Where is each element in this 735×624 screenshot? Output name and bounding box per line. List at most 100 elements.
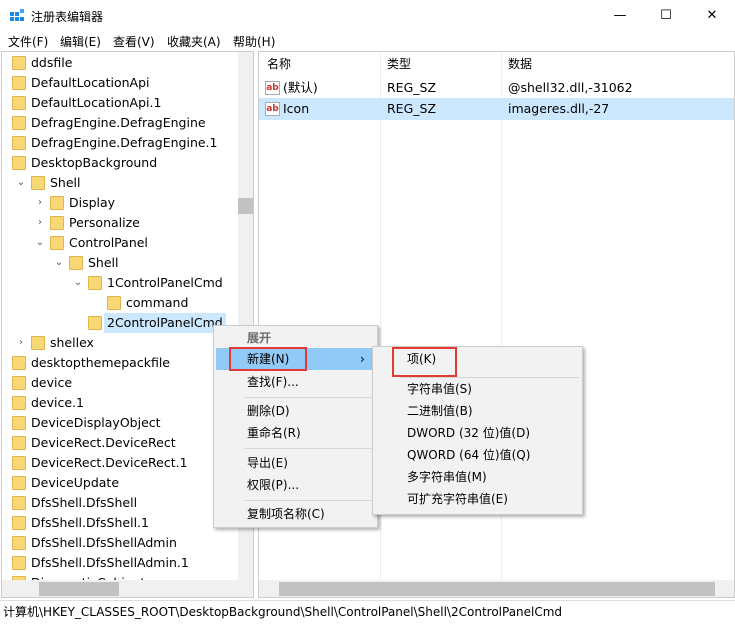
tree-item[interactable]: device <box>2 373 238 393</box>
column-type[interactable]: 类型 <box>387 52 411 76</box>
value-data: imageres.dll,-27 <box>508 101 610 116</box>
tree-item[interactable]: DesktopBackground <box>2 153 238 173</box>
tree-item[interactable]: DfsShell.DfsShellAdmin <box>2 533 238 553</box>
tree-item[interactable]: desktopthemepackfile <box>2 353 238 373</box>
tree-item[interactable]: DeviceRect.DeviceRect <box>2 433 238 453</box>
value-type: REG_SZ <box>387 101 437 116</box>
tree-item-label: DefragEngine.DefragEngine.1 <box>31 135 218 150</box>
value-row[interactable]: ab (默认) REG_SZ @shell32.dll,-31062 <box>259 77 734 99</box>
window-title: 注册表编辑器 <box>31 10 104 24</box>
menu-bar: 文件(F) 编辑(E) 查看(V) 收藏夹(A) 帮助(H) <box>0 31 735 51</box>
tree-item-label: device <box>31 375 73 390</box>
folder-icon <box>12 436 26 450</box>
folder-icon <box>12 96 26 110</box>
menu-item-copy-key-name[interactable]: 复制项名称(C) <box>247 503 325 525</box>
menu-file[interactable]: 文件(F) <box>8 33 48 50</box>
tree-item[interactable]: DeviceUpdate <box>2 473 238 493</box>
chevron-right-icon[interactable]: › <box>34 213 46 233</box>
tree-item[interactable]: DefragEngine.DefragEngine <box>2 113 238 133</box>
tree-item[interactable]: DeviceDisplayObject <box>2 413 238 433</box>
tree-item-label: DfsShell.DfsShellAdmin.1 <box>31 555 189 570</box>
tree-horizontal-scrollbar[interactable] <box>2 580 253 597</box>
tree-item[interactable]: DfsShell.DfsShell <box>2 493 238 513</box>
folder-icon <box>12 56 26 70</box>
value-row-selected[interactable]: ab Icon REG_SZ imageres.dll,-27 <box>259 98 734 120</box>
tree-item-label: DfsShell.DfsShell.1 <box>31 515 149 530</box>
folder-icon <box>50 236 64 250</box>
value-type: REG_SZ <box>387 80 437 95</box>
tree-item[interactable]: ⌄ 1ControlPanelCmd <box>2 273 238 293</box>
column-data[interactable]: 数据 <box>508 52 532 76</box>
submenu-item-string-value[interactable]: 字符串值(S) <box>407 378 472 400</box>
tree-item-label: DfsShell.DfsShell <box>31 495 138 510</box>
tree-item-label: 1ControlPanelCmd <box>107 275 223 290</box>
folder-icon <box>12 476 26 490</box>
submenu-item-multi-string-value[interactable]: 多字符串值(M) <box>407 466 487 488</box>
menu-item-rename[interactable]: 重命名(R) <box>247 422 301 444</box>
menu-help[interactable]: 帮助(H) <box>233 33 275 50</box>
submenu-item-binary-value[interactable]: 二进制值(B) <box>407 400 473 422</box>
tree-item[interactable]: ⌄ Shell <box>2 173 238 193</box>
folder-icon <box>12 556 26 570</box>
chevron-down-icon[interactable]: ⌄ <box>34 233 46 253</box>
status-bar-path: 计算机\HKEY_CLASSES_ROOT\DesktopBackground\… <box>0 600 735 623</box>
tree-item[interactable]: DefaultLocationApi.1 <box>2 93 238 113</box>
tree-item-label: DfsShell.DfsShellAdmin <box>31 535 177 550</box>
tree-item-label: Shell <box>50 175 81 190</box>
chevron-right-icon[interactable]: › <box>34 193 46 213</box>
values-horizontal-scrollbar[interactable] <box>259 580 734 597</box>
tree-item[interactable]: › Personalize <box>2 213 238 233</box>
value-data: @shell32.dll,-31062 <box>508 80 633 95</box>
folder-icon <box>88 316 102 330</box>
tree-item-label: ddsfile <box>31 55 73 70</box>
folder-icon <box>31 176 45 190</box>
minimize-button[interactable]: — <box>597 0 643 31</box>
tree-item[interactable]: device.1 <box>2 393 238 413</box>
menu-edit[interactable]: 编辑(E) <box>60 33 101 50</box>
menu-item-permissions[interactable]: 权限(P)... <box>247 474 299 496</box>
menu-item-find[interactable]: 查找(F)... <box>247 371 299 393</box>
tree-item[interactable]: command <box>2 293 238 313</box>
chevron-down-icon[interactable]: ⌄ <box>15 173 27 193</box>
folder-icon <box>12 136 26 150</box>
folder-icon <box>107 296 121 310</box>
column-name[interactable]: 名称 <box>267 52 291 76</box>
close-button[interactable]: ✕ <box>689 0 735 31</box>
tree-item[interactable]: ddsfile <box>2 53 238 73</box>
folder-icon <box>31 336 45 350</box>
folder-icon <box>50 196 64 210</box>
maximize-button[interactable]: ☐ <box>643 0 689 31</box>
tree-item-label: command <box>126 295 189 310</box>
value-name: (默认) <box>283 80 318 95</box>
tree-item-label: 2ControlPanelCmd <box>104 313 226 333</box>
folder-icon <box>12 396 26 410</box>
tree-item[interactable]: › shellex <box>2 333 238 353</box>
folder-icon <box>12 356 26 370</box>
annotation-highlight-key <box>392 347 457 377</box>
annotation-highlight-new <box>229 347 307 371</box>
submenu-item-dword-value[interactable]: DWORD (32 位)值(D) <box>407 422 530 444</box>
tree-item-label: device.1 <box>31 395 84 410</box>
menu-item-delete[interactable]: 删除(D) <box>247 400 290 422</box>
tree-item[interactable]: DeviceRect.DeviceRect.1 <box>2 453 238 473</box>
registry-editor-icon <box>10 9 24 21</box>
tree-item[interactable]: DefragEngine.DefragEngine.1 <box>2 133 238 153</box>
chevron-down-icon[interactable]: ⌄ <box>53 253 65 273</box>
menu-item-expand[interactable]: 展开 <box>247 327 271 349</box>
chevron-down-icon[interactable]: ⌄ <box>72 273 84 293</box>
tree-item[interactable]: 2ControlPanelCmd <box>2 313 238 333</box>
tree-item[interactable]: DefaultLocationApi <box>2 73 238 93</box>
submenu-item-expandable-string-value[interactable]: 可扩充字符串值(E) <box>407 488 508 510</box>
submenu-item-qword-value[interactable]: QWORD (64 位)值(Q) <box>407 444 530 466</box>
tree-scroll-thumb[interactable] <box>238 198 253 214</box>
tree-item[interactable]: › Display <box>2 193 238 213</box>
menu-favorites[interactable]: 收藏夹(A) <box>167 33 221 50</box>
chevron-right-icon[interactable]: › <box>15 333 27 353</box>
tree-item[interactable]: ⌄ ControlPanel <box>2 233 238 253</box>
tree-item[interactable]: DfsShell.DfsShell.1 <box>2 513 238 533</box>
menu-view[interactable]: 查看(V) <box>113 33 155 50</box>
menu-item-export[interactable]: 导出(E) <box>247 452 288 474</box>
tree-item[interactable]: DfsShell.DfsShellAdmin.1 <box>2 553 238 573</box>
tree-item[interactable]: ⌄ Shell <box>2 253 238 273</box>
tree-item-label: DeviceRect.DeviceRect.1 <box>31 455 188 470</box>
